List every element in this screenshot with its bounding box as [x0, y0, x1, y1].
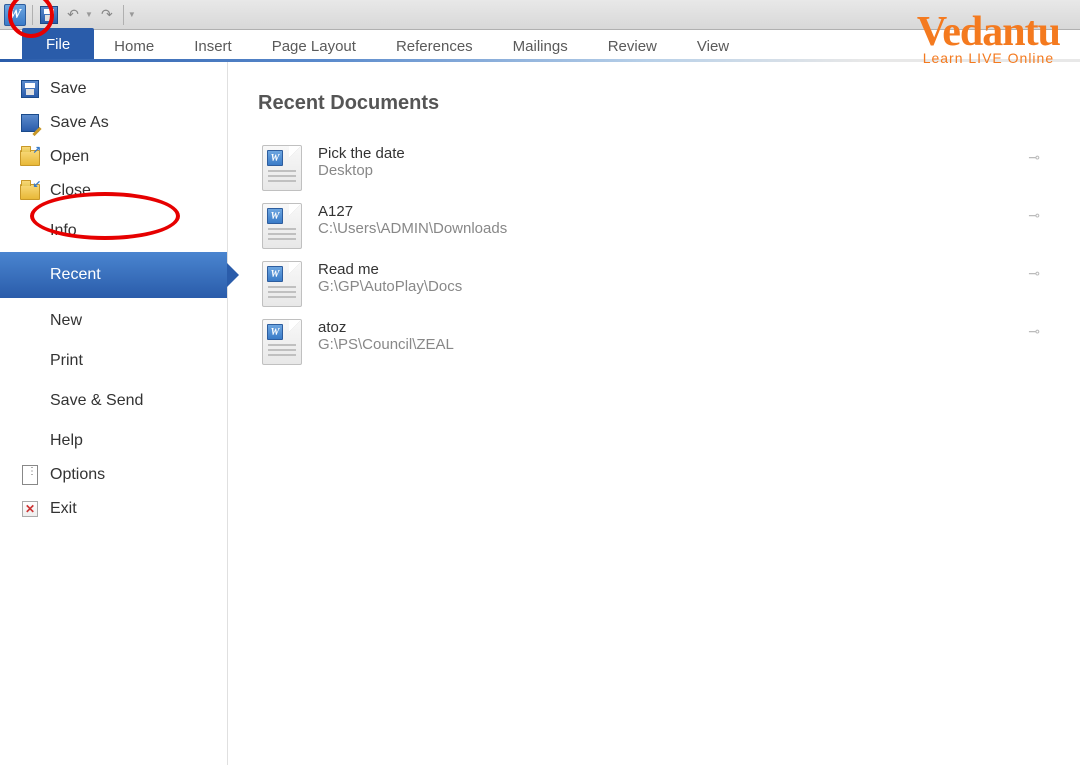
sidebar-item-new[interactable]: New [0, 304, 227, 338]
qat-undo-dropdown[interactable]: ▼ [85, 10, 93, 19]
logo-tagline: Learn LIVE Online [917, 50, 1060, 66]
divider [123, 5, 124, 25]
qat-undo-icon[interactable]: ↶ [63, 5, 83, 25]
tab-mailings[interactable]: Mailings [493, 32, 588, 59]
sidebar-item-save-as[interactable]: Save As [0, 106, 227, 140]
sidebar-item-label: Save As [50, 114, 109, 132]
pin-icon[interactable]: ⊸ [1028, 149, 1040, 166]
divider [32, 5, 33, 25]
sidebar-item-help[interactable]: Help [0, 424, 227, 458]
pin-icon[interactable]: ⊸ [1028, 265, 1040, 282]
sidebar-item-label: Exit [50, 500, 77, 518]
tab-view[interactable]: View [677, 32, 749, 59]
tab-page-layout[interactable]: Page Layout [252, 32, 376, 59]
sidebar-item-open[interactable]: ↗ Open [0, 140, 227, 174]
backstage-sidebar: Save Save As ↗ Open ↙ Close Info Recent … [0, 62, 228, 765]
vedantu-logo: Vedantu Learn LIVE Online [917, 8, 1060, 66]
word-doc-icon: W [262, 261, 302, 307]
tab-home[interactable]: Home [94, 32, 174, 59]
doc-title: A127 [318, 203, 1046, 220]
word-doc-icon: W [262, 203, 302, 249]
sidebar-item-label: Recent [50, 266, 101, 284]
backstage-view: Save Save As ↗ Open ↙ Close Info Recent … [0, 62, 1080, 765]
floppy-icon [20, 79, 40, 99]
sidebar-item-label: Print [50, 352, 83, 370]
backstage-content: Recent Documents W Pick the date Desktop… [228, 62, 1080, 765]
content-heading: Recent Documents [258, 92, 1050, 115]
sidebar-item-save[interactable]: Save [0, 72, 227, 106]
doc-info: Read me G:\GP\AutoPlay\Docs [318, 261, 1046, 295]
sidebar-item-label: Save & Send [50, 392, 143, 410]
sidebar-item-label: Open [50, 148, 89, 166]
doc-path: C:\Users\ADMIN\Downloads [318, 220, 1046, 237]
sidebar-item-close[interactable]: ↙ Close [0, 174, 227, 208]
recent-doc-row[interactable]: W atoz G:\PS\Council\ZEAL ⊸ [258, 313, 1050, 371]
qat-customize-dropdown[interactable]: ▼ [128, 10, 136, 19]
tab-insert[interactable]: Insert [174, 32, 252, 59]
tab-references[interactable]: References [376, 32, 493, 59]
sidebar-item-info[interactable]: Info [0, 214, 227, 248]
doc-path: G:\GP\AutoPlay\Docs [318, 278, 1046, 295]
qat-redo-icon[interactable]: ↷ [97, 5, 117, 25]
doc-title: Pick the date [318, 145, 1046, 162]
save-as-icon [20, 113, 40, 133]
sidebar-item-label: Save [50, 80, 86, 98]
doc-info: Pick the date Desktop [318, 145, 1046, 179]
folder-close-icon: ↙ [20, 181, 40, 201]
pin-icon[interactable]: ⊸ [1028, 207, 1040, 224]
sidebar-item-label: Info [50, 222, 77, 240]
qat-save-icon[interactable] [39, 5, 59, 25]
doc-title: Read me [318, 261, 1046, 278]
doc-path: Desktop [318, 162, 1046, 179]
sidebar-item-label: Options [50, 466, 105, 484]
tab-review[interactable]: Review [588, 32, 677, 59]
recent-doc-row[interactable]: W Read me G:\GP\AutoPlay\Docs ⊸ [258, 255, 1050, 313]
sidebar-item-save-send[interactable]: Save & Send [0, 384, 227, 418]
doc-path: G:\PS\Council\ZEAL [318, 336, 1046, 353]
pin-icon[interactable]: ⊸ [1028, 323, 1040, 340]
sidebar-item-options[interactable]: Options [0, 458, 227, 492]
logo-brand: Vedantu [917, 8, 1060, 56]
folder-open-icon: ↗ [20, 147, 40, 167]
doc-title: atoz [318, 319, 1046, 336]
exit-icon: ✕ [20, 499, 40, 519]
doc-info: A127 C:\Users\ADMIN\Downloads [318, 203, 1046, 237]
word-doc-icon: W [262, 145, 302, 191]
recent-doc-row[interactable]: W A127 C:\Users\ADMIN\Downloads ⊸ [258, 197, 1050, 255]
word-doc-icon: W [262, 319, 302, 365]
tab-file[interactable]: File [22, 28, 94, 59]
sidebar-item-label: Help [50, 432, 83, 450]
sidebar-item-label: Close [50, 182, 91, 200]
sidebar-item-exit[interactable]: ✕ Exit [0, 492, 227, 526]
doc-info: atoz G:\PS\Council\ZEAL [318, 319, 1046, 353]
sidebar-item-label: New [50, 312, 82, 330]
recent-doc-row[interactable]: W Pick the date Desktop ⊸ [258, 139, 1050, 197]
sidebar-item-print[interactable]: Print [0, 344, 227, 378]
sidebar-item-recent[interactable]: Recent [0, 252, 227, 298]
word-app-icon[interactable]: W [4, 4, 26, 26]
options-icon [20, 465, 40, 485]
